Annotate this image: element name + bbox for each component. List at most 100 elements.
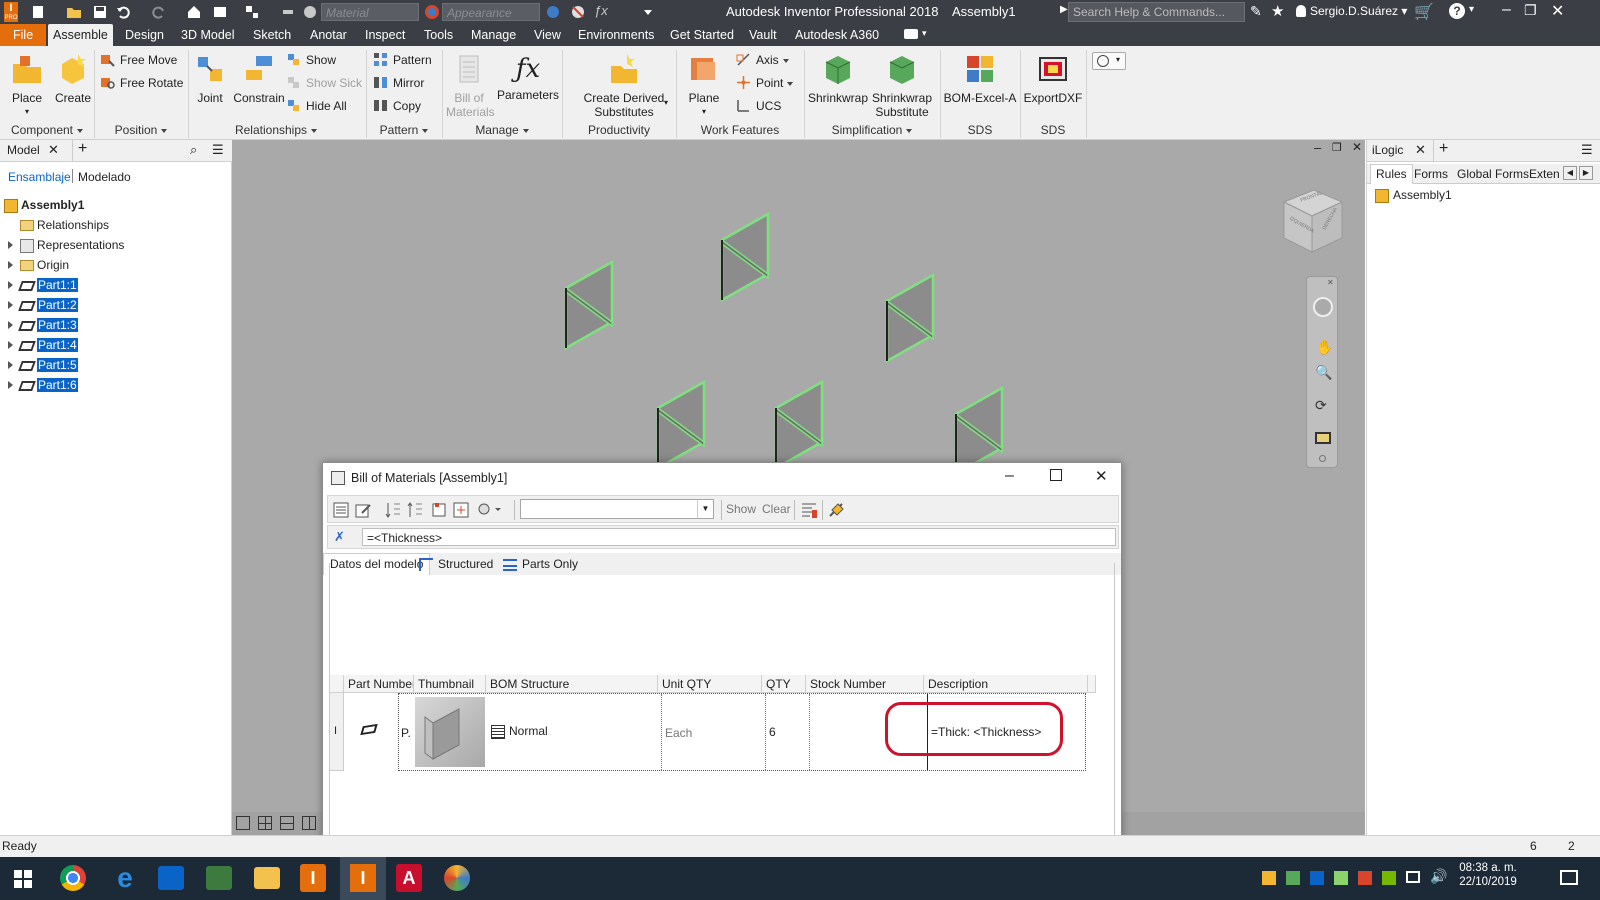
tree-item-part[interactable]: Part1:6 (4, 375, 224, 395)
mirror-button[interactable]: Mirror (373, 73, 424, 93)
panel-toggle-icon[interactable] (904, 29, 918, 39)
notepad-icon[interactable] (206, 866, 232, 890)
paint-icon[interactable] (444, 865, 470, 891)
cell-bom-structure[interactable]: Normal (491, 724, 548, 739)
show-sick-button[interactable]: Show Sick (286, 73, 362, 93)
group-manage[interactable]: Manage (442, 122, 562, 138)
look-at-icon[interactable] (1315, 432, 1331, 444)
add-panel-icon[interactable]: + (78, 140, 87, 158)
column-header-bom-structure[interactable]: BOM Structure (486, 675, 658, 693)
browser-tab-modelado[interactable]: Modelado (78, 170, 131, 184)
tray-network-icon[interactable] (1286, 871, 1300, 885)
axis-button[interactable]: Axis (736, 50, 789, 70)
select-icon[interactable] (244, 4, 260, 20)
ribbon-options-dropdown[interactable]: ▾ (1092, 52, 1126, 70)
tray-nvidia-icon[interactable] (1382, 871, 1396, 885)
group-pattern[interactable]: Pattern (366, 122, 442, 138)
steering-wheel-icon[interactable] (1313, 297, 1333, 317)
bom-item-icon[interactable] (430, 501, 448, 519)
tray-outlook-icon[interactable] (1310, 871, 1324, 885)
tab-manage[interactable]: Manage (466, 24, 521, 46)
tree-item-part[interactable]: Part1:3 (4, 315, 224, 335)
pan-icon[interactable]: ✋ (1316, 339, 1333, 356)
derived-dropdown-icon[interactable]: ▾ (664, 98, 668, 107)
new-file-icon[interactable] (30, 4, 46, 20)
bom-edit-icon[interactable] (354, 501, 372, 519)
tile-icon[interactable] (258, 816, 272, 830)
tab-design[interactable]: Design (120, 24, 169, 46)
cell-qty[interactable]: 6 (769, 725, 776, 739)
tab-autodesk-a360[interactable]: Autodesk A360 (790, 24, 884, 46)
cascade-icon[interactable] (236, 816, 250, 830)
zoom-icon[interactable]: 🔍 (1315, 364, 1332, 381)
hide-all-button[interactable]: Hide All (286, 96, 347, 116)
dialog-close-icon[interactable]: ✕ (1095, 467, 1108, 485)
copy-button[interactable]: Copy (373, 96, 421, 116)
undo-icon[interactable] (116, 4, 132, 20)
pattern-button[interactable]: Pattern (373, 50, 432, 70)
joint-button[interactable]: Joint (190, 52, 230, 105)
tray-shield-icon[interactable] (1262, 871, 1276, 885)
bom-settings-icon[interactable] (800, 501, 818, 519)
tray-display-icon[interactable] (1406, 871, 1420, 883)
search-icon[interactable]: ⌕ (190, 142, 197, 158)
tree-item-part[interactable]: Part1:4 (4, 335, 224, 355)
edge-icon[interactable]: e (110, 863, 140, 893)
add-ilogic-panel-icon[interactable]: + (1439, 140, 1448, 158)
view-filter-dropdown[interactable]: ▼ (520, 499, 714, 519)
bill-of-materials-button[interactable]: Bill of Materials (446, 52, 495, 119)
autocad-icon[interactable]: A (396, 864, 422, 892)
inventor-logo[interactable]: I PRO (4, 2, 18, 22)
show-filter-button[interactable]: Show (726, 502, 756, 516)
shrinkwrap-substitute-button[interactable]: Shrinkwrap Substitute (870, 52, 934, 119)
nav-close-icon[interactable]: ✕ (1327, 278, 1334, 287)
tile-horizontal-icon[interactable] (280, 816, 294, 830)
group-simplification[interactable]: Simplification (804, 122, 940, 138)
cell-unit-qty[interactable]: Each (665, 726, 692, 740)
inventor-active-taskbar-item[interactable]: I (340, 857, 386, 900)
help-icon[interactable]: ? (1449, 3, 1465, 19)
group-position[interactable]: Position (94, 122, 188, 138)
tab-scroll-right-icon[interactable]: ▶ (1579, 166, 1593, 180)
formula-function-icon[interactable]: ✗ (334, 529, 345, 545)
tab-inspect[interactable]: Inspect (360, 24, 410, 46)
tab-file[interactable]: File (0, 24, 47, 46)
tree-item-representations[interactable]: Representations (4, 235, 224, 255)
parameters-button[interactable]: ƒx Parameters (496, 52, 560, 102)
arrow-right-icon[interactable]: ▶ (1060, 4, 1068, 15)
column-header-thumbnail[interactable]: Thumbnail (414, 675, 486, 693)
bom-export-icon[interactable] (452, 501, 470, 519)
tray-volume-icon[interactable]: 🔊 (1430, 868, 1447, 885)
column-header-description[interactable]: Description (924, 675, 1088, 693)
tab-rules[interactable]: Rules (1370, 164, 1413, 184)
tray-antivirus-icon[interactable] (1358, 871, 1372, 885)
cell-part-number[interactable]: P. (401, 726, 411, 740)
tab-ilogic[interactable]: iLogic (1372, 143, 1403, 157)
ucs-button[interactable]: UCS (736, 96, 781, 116)
tree-item-part[interactable]: Part1:1 (4, 275, 224, 295)
tab-anotar[interactable]: Anotar (305, 24, 352, 46)
dialog-maximize-icon[interactable] (1050, 469, 1062, 481)
orbit-icon[interactable]: ⟳ (1315, 397, 1327, 414)
menu-icon[interactable]: ☰ (212, 142, 224, 158)
tab-environments[interactable]: Environments (573, 24, 659, 46)
customize-icon[interactable] (640, 4, 656, 20)
tab-vault[interactable]: Vault (744, 24, 782, 46)
tab-view[interactable]: View (529, 24, 566, 46)
outlook-icon[interactable] (158, 866, 184, 890)
constrain-button[interactable]: Constrain (232, 52, 286, 105)
table-row[interactable]: P. Normal Each 6 =Thick: <Thickness> (398, 693, 1086, 771)
panel-toggle-dropdown-icon[interactable]: ▾ (922, 28, 927, 39)
clear-filter-button[interactable]: Clear (762, 502, 791, 516)
column-header-qty[interactable]: QTY (762, 675, 806, 693)
create-derived-substitutes-button[interactable]: Create Derived Substitutes (574, 52, 674, 119)
redo-icon[interactable] (150, 4, 166, 20)
appearance-dropdown[interactable]: Appearance (442, 3, 540, 21)
ilogic-menu-icon[interactable]: ☰ (1581, 142, 1593, 158)
tab-get-started[interactable]: Get Started (665, 24, 739, 46)
adjust-icon[interactable] (545, 4, 561, 20)
tab-global-forms[interactable]: Global Forms (1457, 167, 1529, 181)
point-button[interactable]: Point (736, 73, 794, 93)
column-header-part-number[interactable]: Part Number (344, 675, 414, 693)
free-rotate-button[interactable]: Free Rotate (100, 73, 183, 93)
